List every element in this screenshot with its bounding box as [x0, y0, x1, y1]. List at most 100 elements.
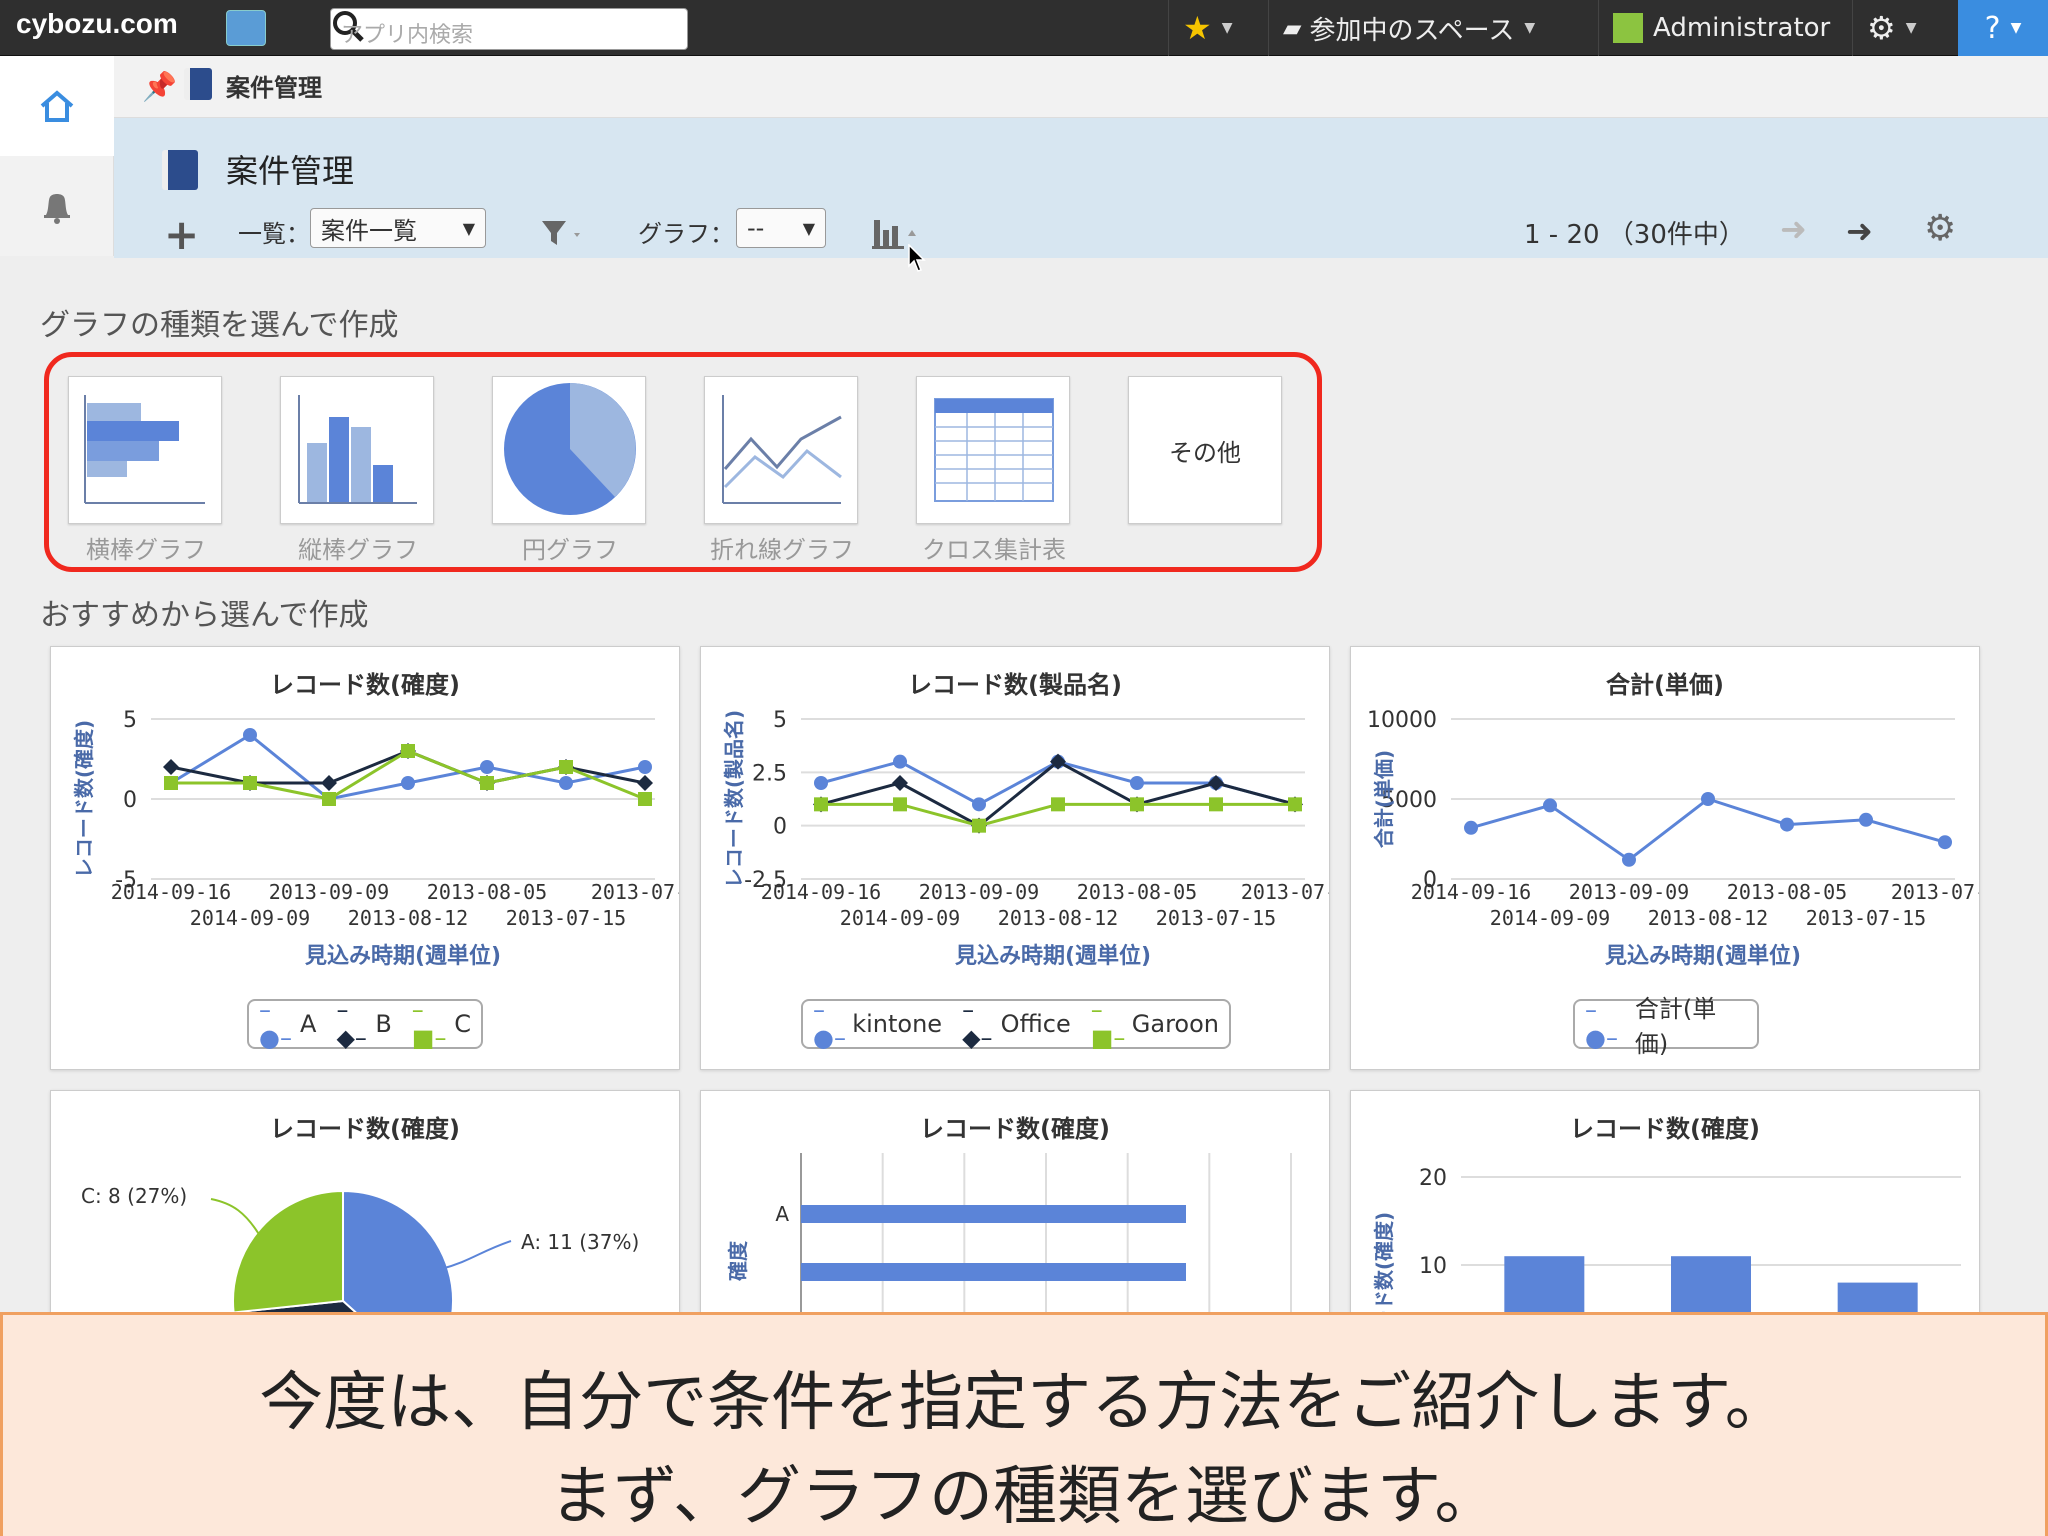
slice-label: C: 8 (27%)	[81, 1184, 187, 1208]
y-tick-label: 5	[123, 708, 137, 733]
pie-chart-icon	[504, 383, 636, 515]
x-tick-label: 2013-08-12	[1648, 906, 1768, 930]
pie-tile[interactable]	[492, 376, 646, 524]
data-point	[559, 760, 573, 774]
filter-icon[interactable]	[540, 218, 586, 248]
legend-marker-icon: –●–	[813, 996, 846, 1052]
home-button[interactable]	[0, 56, 114, 156]
series-line-1	[1470, 797, 1946, 862]
pie-slice	[232, 1189, 344, 1314]
vertical-bar-chart-icon	[298, 395, 417, 504]
caption-line-2: まず、グラフの種類を選びます。	[549, 1460, 1499, 1534]
user-avatar-icon	[1613, 13, 1643, 43]
x-tick-label: 2014-09-09	[840, 906, 960, 930]
chevron-down-icon: ▼	[1221, 20, 1233, 36]
bell-icon	[44, 194, 70, 224]
y-axis-label: 確度	[726, 1240, 750, 1281]
notifications-button[interactable]	[0, 156, 114, 256]
view-select[interactable]: 案件一覧 ▼	[310, 208, 486, 248]
settings-menu[interactable]: ⚙ ▼	[1852, 0, 1956, 56]
help-menu[interactable]: ? ▼	[1958, 0, 2048, 56]
line-tile[interactable]	[704, 376, 858, 524]
x-tick-label: 2014-09-16	[111, 880, 231, 904]
breadcrumb	[114, 56, 2048, 118]
gear-icon[interactable]: ⚙	[1924, 208, 1956, 249]
horizontal-bar-tile[interactable]	[68, 376, 222, 524]
spaces-label: 参加中のスペース	[1309, 15, 1515, 46]
subtitle-caption: 今度は、自分で条件を指定する方法をご紹介します。 まず、グラフの種類を選びます。	[0, 1312, 2048, 1536]
data-point	[638, 792, 652, 806]
mouse-cursor-icon	[908, 244, 926, 272]
x-tick-label: 2013-07-0	[591, 880, 680, 904]
breadcrumb-app-link[interactable]: 案件管理	[226, 68, 322, 103]
data-point	[638, 760, 652, 774]
leader-line	[440, 1240, 512, 1270]
cross-table-tile[interactable]	[916, 376, 1070, 524]
app-book-icon	[184, 68, 212, 100]
chart-card-1[interactable]: レコード数(確度) 5 0 -5 レコード数(確度) 2014-09-16 2014-09…	[50, 646, 680, 1070]
legend-label: C	[454, 1010, 471, 1038]
chart-legend[interactable]: –●– A –◆– B –■– C	[247, 996, 483, 1052]
chevron-down-icon: ▼	[1905, 20, 1917, 36]
graph-select[interactable]: -- ▼	[736, 208, 826, 248]
app-search-input[interactable]: アプリ内検索	[330, 8, 688, 50]
data-point	[321, 775, 337, 791]
y-tick-label: 20	[1419, 1166, 1447, 1191]
legend-item[interactable]: –■– C	[412, 996, 471, 1052]
help-icon: ?	[1984, 10, 2001, 46]
next-page-icon[interactable]: ➜	[1846, 212, 1873, 250]
spaces-menu[interactable]: ▰ 参加中のスペース ▼	[1268, 0, 1588, 56]
x-tick-label: 2013-09-09	[1569, 880, 1689, 904]
data-point	[1130, 797, 1144, 812]
x-tick-label: 2014-09-09	[190, 906, 310, 930]
other-chart-tile[interactable]: その他	[1128, 376, 1282, 524]
vertical-bar-tile[interactable]	[280, 376, 434, 524]
data-point	[1208, 775, 1224, 791]
speech-bubbles-icon: ▰	[1283, 14, 1302, 42]
x-tick-label: 2013-09-09	[269, 880, 389, 904]
chart-card-4[interactable]: レコード数(確度) A: 11 (37%) C: 8 (27%)	[50, 1090, 680, 1330]
data-point	[401, 744, 415, 758]
legend-item[interactable]: –◆– B	[336, 996, 391, 1052]
chart-legend[interactable]: –●– 合計(単価)	[1573, 995, 1759, 1058]
chart-legend[interactable]: –●– kintone –◆– Office –■– Garoon	[801, 996, 1231, 1052]
legend-item[interactable]: –◆– Office	[962, 996, 1071, 1052]
y-tick-label: 5	[773, 708, 787, 733]
x-tick-label: 2013-08-12	[348, 906, 468, 930]
series-line-2	[820, 759, 1296, 828]
legend-marker-icon: –◆–	[336, 996, 367, 1052]
cross-table-icon	[934, 398, 1054, 502]
chart-card-6[interactable]: レコード数(確度) 20 10 レコード数(確度)	[1350, 1090, 1980, 1330]
legend-label: Garoon	[1131, 1010, 1219, 1038]
user-menu[interactable]: Administrator	[1598, 0, 1850, 56]
chevron-down-icon: ▼	[1524, 20, 1536, 36]
search-placeholder: アプリ内検索	[341, 23, 474, 48]
user-name: Administrator	[1653, 13, 1831, 43]
slice-label: A: 11 (37%)	[521, 1230, 639, 1254]
horizontal-bar-label: 横棒グラフ	[86, 536, 206, 564]
app-menu-icon[interactable]	[226, 10, 266, 46]
favorites-menu[interactable]: ★ ▼	[1168, 0, 1266, 56]
y-tick-label: 0	[773, 815, 787, 840]
cybozu-logo[interactable]: cybozu.com	[16, 8, 178, 40]
data-point	[972, 797, 986, 812]
pin-icon: 📌	[142, 70, 177, 103]
legend-item[interactable]: –■– Garoon	[1091, 996, 1219, 1052]
chart-card-5[interactable]: レコード数(確度) 確度 A	[700, 1090, 1330, 1330]
chevron-down-icon: ▼	[2010, 20, 2022, 36]
legend-item[interactable]: –●– A	[259, 996, 316, 1052]
data-point	[893, 797, 907, 812]
legend-item[interactable]: –●– kintone	[813, 996, 942, 1052]
chart-card-2[interactable]: レコード数(製品名) 5 2.5 0 -2.5 レコード数(製品名) 2014-09-16…	[700, 646, 1330, 1070]
app-book-icon	[162, 150, 198, 190]
add-record-button[interactable]: +	[164, 210, 199, 259]
legend-marker-icon: –●–	[1585, 996, 1618, 1052]
y-tick-label: 10000	[1367, 708, 1437, 733]
data-point	[480, 776, 494, 790]
legend-item[interactable]: –●– 合計(単価)	[1585, 989, 1747, 1059]
data-point	[1209, 797, 1223, 812]
bar	[801, 1263, 1186, 1281]
prev-page-icon[interactable]: ➜	[1780, 210, 1807, 248]
data-point	[892, 775, 908, 791]
chart-card-3[interactable]: 合計(単価) 10000 5000 0 合計(単価) 2014-09-16 2014-09…	[1350, 646, 1980, 1070]
